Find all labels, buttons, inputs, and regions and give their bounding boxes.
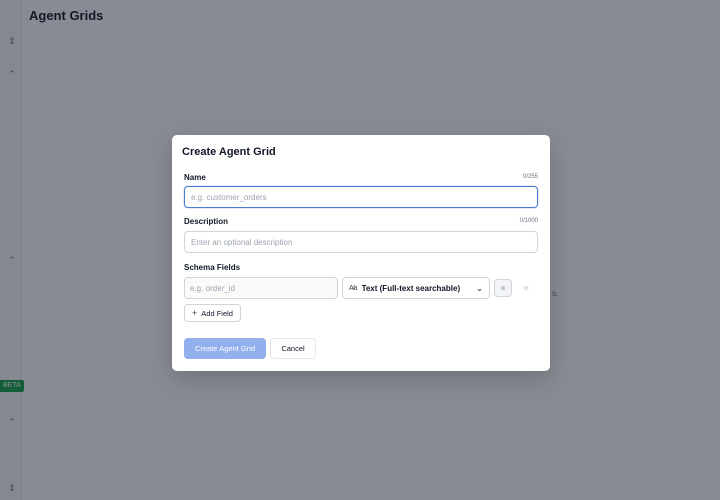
text-type-icon: A̸a bbox=[349, 284, 358, 292]
create-agent-grid-dialog: Create Agent Grid Name 0/255 Description… bbox=[172, 135, 550, 371]
name-label: Name bbox=[184, 173, 206, 182]
schema-field-type-select[interactable]: A̸a Text (Full-text searchable) ⌄ bbox=[342, 277, 490, 299]
remove-field-button[interactable]: ✕ bbox=[519, 279, 533, 297]
description-input[interactable] bbox=[184, 231, 538, 253]
name-char-counter: 0/255 bbox=[522, 174, 538, 180]
plus-icon: + bbox=[192, 308, 198, 318]
schema-field-type-label: Text (Full-text searchable) bbox=[361, 283, 461, 293]
add-field-button[interactable]: + Add Field bbox=[184, 304, 241, 322]
schema-fields-label: Schema Fields bbox=[184, 263, 241, 272]
cancel-button[interactable]: Cancel bbox=[270, 338, 316, 359]
chevron-down-icon: ⌄ bbox=[476, 283, 483, 293]
create-agent-grid-button[interactable]: Create Agent Grid bbox=[184, 338, 266, 359]
field-options-button[interactable]: ✳ bbox=[494, 279, 512, 297]
asterisk-icon: ✳ bbox=[499, 283, 507, 293]
description-label: Description bbox=[184, 217, 229, 226]
description-char-counter: 0/1000 bbox=[519, 218, 538, 224]
dialog-title: Create Agent Grid bbox=[182, 146, 276, 158]
name-input[interactable] bbox=[184, 186, 538, 208]
add-field-label: Add Field bbox=[201, 308, 233, 318]
close-icon: ✕ bbox=[522, 283, 530, 293]
schema-field-name-input[interactable] bbox=[184, 277, 338, 299]
